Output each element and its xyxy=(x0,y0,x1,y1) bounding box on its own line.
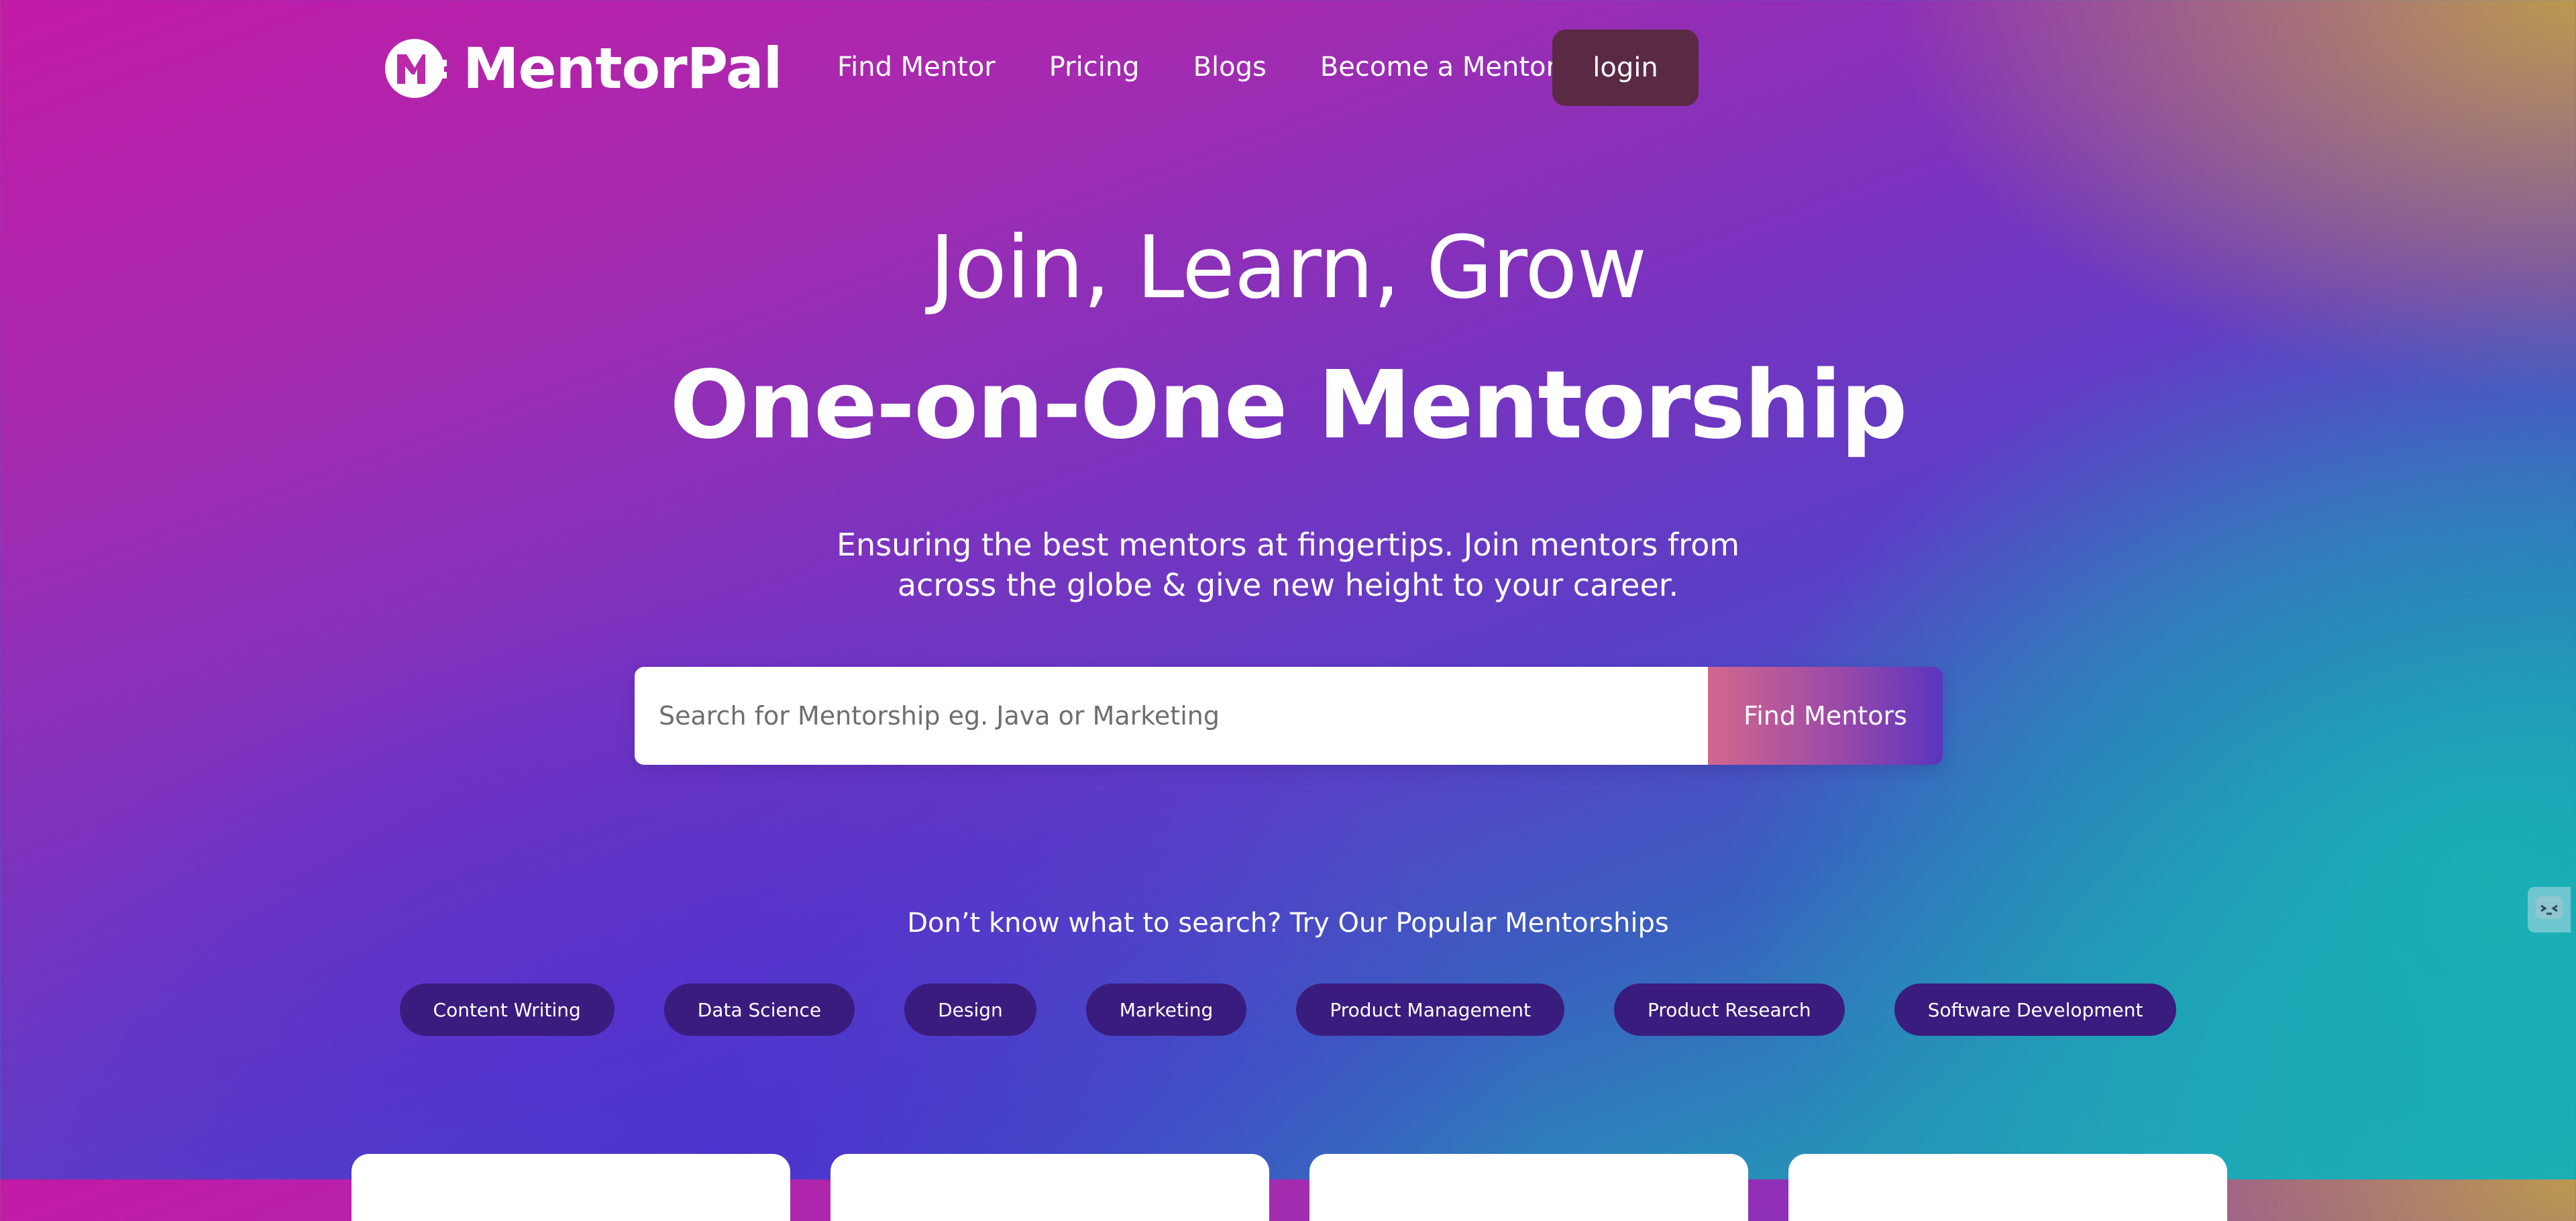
nav-become-a-mentor[interactable]: Become a Mentor xyxy=(1320,52,1557,83)
nav-pricing[interactable]: Pricing xyxy=(1049,52,1140,83)
mentorship-card[interactable] xyxy=(1788,1154,2227,1221)
hero-description: Ensuring the best mentors at fingertips.… xyxy=(765,525,1811,605)
nav-find-mentor[interactable]: Find Mentor xyxy=(837,52,996,83)
main-nav: Find Mentor Pricing Blogs Become a Mento… xyxy=(837,30,1611,105)
brand-logo[interactable]: MentorPal xyxy=(384,34,782,103)
chat-widget-button[interactable] xyxy=(2528,887,2571,933)
mentorship-cards xyxy=(352,1154,2227,1221)
hero-subtitle: One-on-One Mentorship xyxy=(669,351,1907,460)
chip-data-science[interactable]: Data Science xyxy=(663,984,855,1036)
mentorship-card[interactable] xyxy=(830,1154,1269,1221)
hero-description-line-1: Ensuring the best mentors at fingertips.… xyxy=(836,527,1740,563)
brand-name: MentorPal xyxy=(463,36,782,101)
hero-title: Join, Learn, Grow xyxy=(929,218,1647,318)
popular-mentorship-chips: Content Writing Data Science Design Mark… xyxy=(0,984,2576,1036)
mentorship-card[interactable] xyxy=(352,1154,790,1221)
mentorpal-logo-icon xyxy=(384,34,452,103)
nav-blogs[interactable]: Blogs xyxy=(1193,52,1267,83)
find-mentors-button[interactable]: Find Mentors xyxy=(1708,667,1943,765)
chip-marketing[interactable]: Marketing xyxy=(1085,984,1247,1036)
chip-design[interactable]: Design xyxy=(904,984,1036,1036)
search-bar: Find Mentors xyxy=(635,667,1943,765)
chip-content-writing[interactable]: Content Writing xyxy=(399,984,614,1036)
hero-description-line-2: across the globe & give new height to yo… xyxy=(897,567,1679,603)
chip-product-management[interactable]: Product Management xyxy=(1296,984,1564,1036)
search-input[interactable] xyxy=(635,667,1708,765)
popular-mentorships-label: Don’t know what to search? Try Our Popul… xyxy=(907,908,1669,939)
chat-widget-icon xyxy=(2534,894,2564,926)
chip-product-research[interactable]: Product Research xyxy=(1614,984,1845,1036)
login-button[interactable]: login xyxy=(1552,30,1699,106)
chip-software-development[interactable]: Software Development xyxy=(1894,984,2177,1036)
mentorship-card[interactable] xyxy=(1309,1154,1748,1221)
